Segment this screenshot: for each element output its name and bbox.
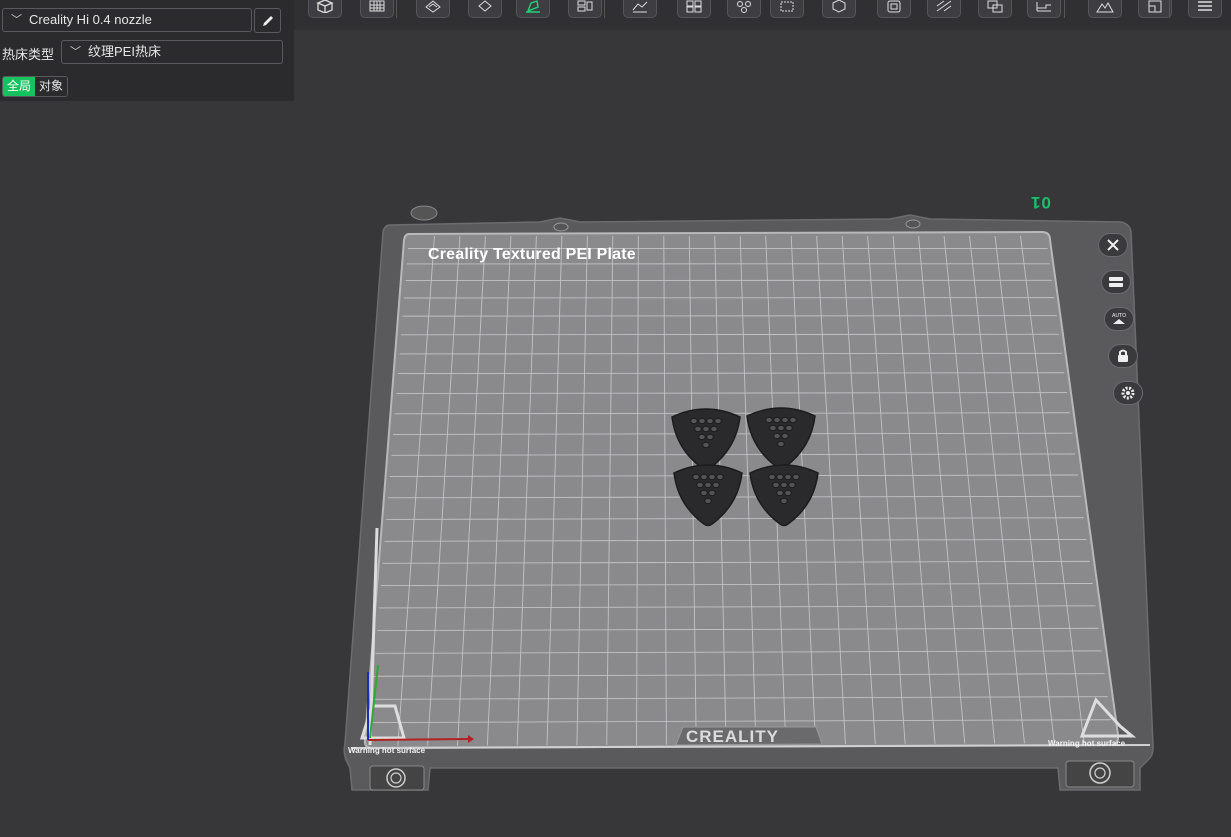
chevron-down-icon: ﹀: [11, 14, 22, 26]
split-icon: [686, 0, 702, 13]
build-plate[interactable]: [0, 0, 1231, 837]
auto-orient-icon: AUTO: [1112, 313, 1126, 324]
scope-global-tab[interactable]: 全局: [3, 77, 36, 96]
measure-icon: [1036, 2, 1051, 12]
top-toolbar: [294, 0, 1231, 30]
boolean-icon: [987, 0, 1003, 13]
toolbar-button-view-3d[interactable]: [822, 0, 856, 18]
toolbar-button-split[interactable]: [677, 0, 711, 18]
plate-title: Creality Textured PEI Plate: [428, 246, 636, 263]
warning-left: Warning hot surface: [348, 746, 426, 755]
brand-label: CREALITY: [686, 727, 779, 746]
pencil-icon: [262, 15, 273, 26]
auto-orient-button[interactable]: AUTO: [1104, 307, 1134, 331]
toolbar-button-menu[interactable]: [1188, 0, 1222, 18]
toolbar-button-cut[interactable]: [877, 0, 911, 18]
toolbar-button-terrain[interactable]: [1088, 0, 1122, 18]
toolbar-button-settings-group[interactable]: [727, 0, 761, 18]
grid-icon: [369, 0, 385, 12]
close-plate-button[interactable]: [1098, 233, 1128, 257]
plate-number: 01: [1030, 193, 1051, 212]
list-icon: [1109, 277, 1123, 287]
lock-icon: [1118, 349, 1128, 362]
toolbar-button-assembly[interactable]: [1138, 0, 1172, 18]
toolbar-separator: [1064, 0, 1065, 18]
object-list-button[interactable]: [1101, 270, 1131, 294]
left-settings-panel: ﹀ Creality Hi 0.4 nozzle 热床类型 ﹀ 纹理PEI热床 …: [0, 0, 294, 101]
toolbar-separator: [396, 0, 397, 18]
toolbar-button-scale[interactable]: [770, 0, 804, 18]
scope-toggle: 全局 对象: [2, 76, 69, 97]
gear-icon: [1121, 386, 1135, 400]
support-paint-icon: [425, 0, 441, 13]
3d-viewport[interactable]: Creality Textured PEI Plate 01 CREALITY …: [0, 0, 1231, 837]
toolbar-button-tag[interactable]: [468, 0, 502, 18]
toolbar-button-cube[interactable]: [308, 0, 342, 18]
bed-type-select[interactable]: ﹀ 纹理PEI热床: [61, 40, 283, 64]
plate-settings-button[interactable]: [1113, 381, 1143, 405]
seam-paint-icon: [526, 0, 540, 13]
edit-nozzle-button[interactable]: [254, 8, 281, 33]
nozzle-value: Creality Hi 0.4 nozzle: [29, 12, 152, 27]
arrange-icon: [577, 0, 593, 12]
pencil-icon: [410, 205, 438, 221]
nozzle-select[interactable]: ﹀ Creality Hi 0.4 nozzle: [2, 8, 252, 32]
scope-object-tab[interactable]: 对象: [35, 77, 68, 96]
toolbar-button-boolean[interactable]: [978, 0, 1012, 18]
tag-icon: [478, 0, 492, 12]
layers-icon: [632, 1, 648, 13]
cube-icon: [316, 0, 334, 13]
assembly-icon: [1148, 0, 1162, 13]
close-icon: [1107, 239, 1119, 251]
toolbar-button-slope[interactable]: [927, 0, 961, 18]
view-3d-icon: [832, 0, 846, 13]
slope-icon: [936, 0, 952, 12]
bed-type-label: 热床类型: [2, 47, 55, 62]
terrain-icon: [1096, 2, 1114, 13]
toolbar-button-layers[interactable]: [623, 0, 657, 18]
chevron-down-icon: ﹀: [70, 46, 81, 58]
bed-type-value: 纹理PEI热床: [88, 44, 161, 59]
svg-text:AUTO: AUTO: [1112, 313, 1126, 319]
toolbar-separator: [604, 0, 605, 18]
toolbar-button-measure[interactable]: [1027, 0, 1061, 18]
cut-icon: [887, 0, 901, 13]
settings-group-icon: [737, 1, 751, 13]
lock-button[interactable]: [1108, 344, 1138, 368]
menu-icon: [1198, 1, 1212, 11]
toolbar-button-seam-paint[interactable]: [516, 0, 550, 18]
warning-right: Warning hot surface: [1048, 739, 1126, 748]
scale-icon: [780, 1, 794, 12]
toolbar-button-grid[interactable]: [360, 0, 394, 18]
toolbar-button-arrange[interactable]: [568, 0, 602, 18]
toolbar-separator: [1169, 0, 1170, 18]
toolbar-button-support-paint[interactable]: [416, 0, 450, 18]
